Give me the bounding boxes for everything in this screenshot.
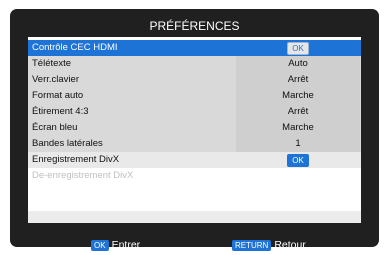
menu-item-label: Écran bleu bbox=[32, 122, 78, 133]
panel-footer-band bbox=[28, 211, 361, 223]
menu-item-value: OK bbox=[236, 152, 360, 168]
menu-item-value[interactable]: Arrêt bbox=[236, 104, 360, 120]
menu-item-value[interactable]: Marche bbox=[236, 120, 360, 136]
menu-item-keypad-lock[interactable]: Verr.clavier Arrêt bbox=[28, 72, 361, 88]
menu-item-value: OK bbox=[236, 40, 360, 56]
menu-item-label: Verr.clavier bbox=[32, 74, 79, 85]
menu-item-value[interactable]: 1 bbox=[236, 136, 360, 152]
ok-button[interactable]: OK bbox=[287, 42, 309, 55]
menu-title: PRÉFÉRENCES bbox=[149, 19, 240, 33]
menu-item-label: Étirement 4:3 bbox=[32, 106, 89, 117]
menu-item-divx-deregistration: De-enregistrement DivX bbox=[28, 168, 361, 184]
hint-return-label: Retour bbox=[274, 239, 306, 252]
menu-item-label: Télétexte bbox=[32, 58, 72, 69]
hint-return: RETURN Retour bbox=[232, 238, 306, 252]
screen: PRÉFÉRENCES Contrôle CEC HDMI OK Télétex… bbox=[0, 0, 389, 255]
hint-enter: OK Entrer bbox=[91, 238, 140, 252]
menu-item-divx-registration[interactable]: Enregistrement DivX OK bbox=[28, 152, 361, 168]
menu-item-label: Enregistrement DivX bbox=[32, 154, 120, 165]
return-key-icon: RETURN bbox=[232, 239, 272, 251]
menu-item-value[interactable]: Marche bbox=[236, 88, 360, 104]
menu-item-label: Format auto bbox=[32, 90, 84, 101]
menu-item-value[interactable]: Auto bbox=[236, 56, 360, 72]
menu-item-blue-screen[interactable]: Écran bleu Marche bbox=[28, 120, 361, 136]
hint-enter-label: Entrer bbox=[111, 239, 141, 252]
ok-key-icon: OK bbox=[91, 239, 109, 251]
menu-item-teletext[interactable]: Télétexte Auto bbox=[28, 56, 361, 72]
menu-list: Contrôle CEC HDMI OK Télétexte Auto Verr… bbox=[28, 40, 361, 184]
hint-bar: OK Entrer RETURN Retour bbox=[10, 236, 379, 255]
menu-item-label: Bandes latérales bbox=[32, 138, 103, 149]
menu-item-side-bars[interactable]: Bandes latérales 1 bbox=[28, 136, 361, 152]
menu-item-value[interactable]: Arrêt bbox=[236, 72, 360, 88]
menu-item-auto-format[interactable]: Format auto Marche bbox=[28, 88, 361, 104]
ok-button[interactable]: OK bbox=[287, 154, 309, 167]
menu-item-label: De-enregistrement DivX bbox=[32, 170, 134, 181]
menu-item-4-3-stretch[interactable]: Étirement 4:3 Arrêt bbox=[28, 104, 361, 120]
menu-panel: Contrôle CEC HDMI OK Télétexte Auto Verr… bbox=[28, 37, 361, 223]
menu-item-hdmi-cec[interactable]: Contrôle CEC HDMI OK bbox=[28, 40, 361, 56]
menu-item-label: Contrôle CEC HDMI bbox=[32, 42, 118, 53]
